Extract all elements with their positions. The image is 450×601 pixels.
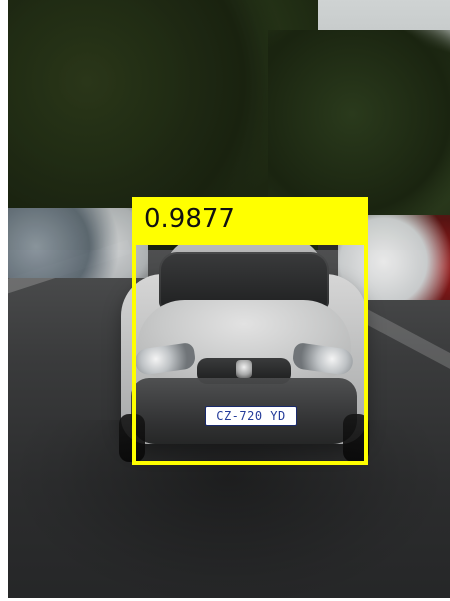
image-frame: CZ-720 YD 0.9877	[8, 0, 450, 598]
bounding-box-outline	[132, 241, 368, 465]
detection-box: 0.9877	[132, 197, 368, 465]
confidence-score: 0.9877	[144, 204, 235, 234]
detection-label-bar: 0.9877	[132, 197, 368, 241]
